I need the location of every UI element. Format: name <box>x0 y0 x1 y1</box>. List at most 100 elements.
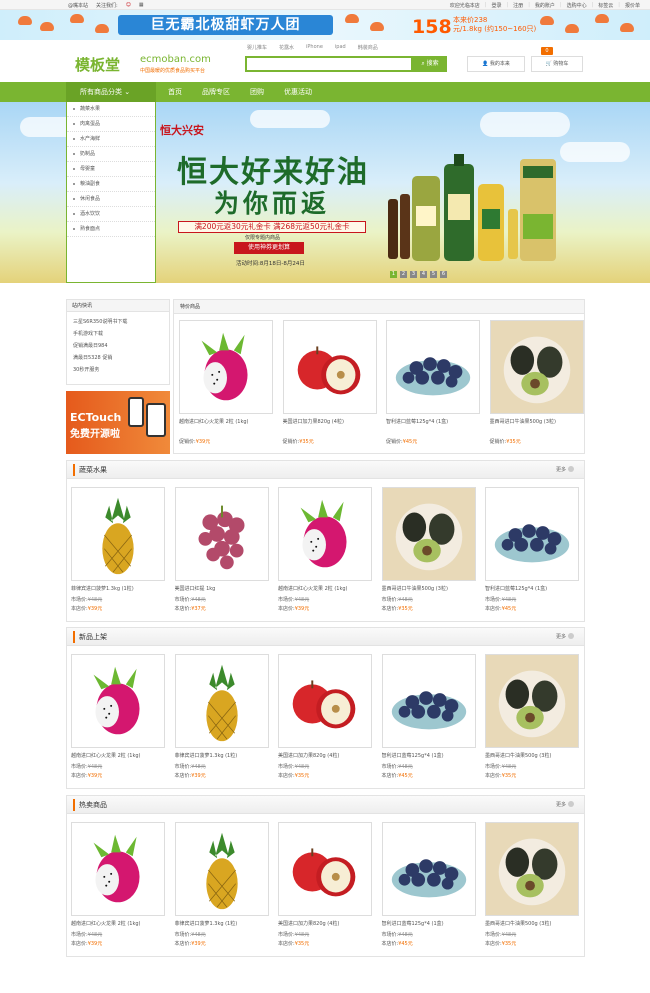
hot-keyword[interactable]: 花露水 <box>279 44 294 51</box>
dragonfruit-image[interactable] <box>71 822 165 916</box>
product-name[interactable]: 菲律宾进口菠萝1.3kg (1粒) <box>175 920 269 928</box>
blueberry-image[interactable] <box>381 654 476 748</box>
pineapple-image[interactable] <box>71 487 165 581</box>
hot-keyword[interactable]: iPhone <box>306 44 323 51</box>
news-item[interactable]: 促销满最日984 <box>67 340 169 352</box>
qr-icon[interactable]: ▦ <box>139 2 144 9</box>
login-link[interactable]: 登录 <box>491 2 501 9</box>
all-categories-button[interactable]: 所有商品分类 ⌄ <box>66 82 156 102</box>
ectouch-ad[interactable]: ECTouch 免费开源啦 <box>66 391 170 454</box>
pineapple-image[interactable] <box>174 654 269 748</box>
product-name[interactable]: 墨西哥进口牛油果500g (3粒) <box>382 585 476 593</box>
product-card[interactable]: 智利进口蓝莓125g*4 (1盒) 市场价:¥48元 本店价:¥45元 <box>485 487 579 612</box>
product-name[interactable]: 智利进口蓝莓125g*4 (1盒) <box>382 752 476 760</box>
carousel-dot[interactable]: 6 <box>440 271 447 278</box>
nav-brands[interactable]: 品牌专区 <box>202 82 230 102</box>
news-item[interactable]: 30秒开服务 <box>67 364 169 376</box>
hot-keyword[interactable]: ipad <box>335 44 346 51</box>
product-card[interactable]: 越南进口红心火龙果 2粒 (1kg) 促销价:¥39元 <box>179 320 273 445</box>
grape-image[interactable] <box>174 487 269 581</box>
blueberry-image[interactable] <box>381 822 476 916</box>
product-name[interactable]: 越南进口红心火龙果 2粒 (1kg) <box>278 585 372 593</box>
product-name[interactable]: 智利进口蓝莓125g*4 (1盒) <box>485 585 579 593</box>
product-name[interactable]: 墨西哥进口牛油果500g (3粒) <box>485 920 579 928</box>
news-item[interactable]: 满最日5328 促销 <box>67 352 169 364</box>
product-card[interactable]: 墨西哥进口牛油果500g (3粒) 促销价:¥35元 <box>489 320 584 445</box>
category-item[interactable]: 粮油副食 <box>67 177 155 192</box>
carousel-dot[interactable]: 5 <box>430 271 437 278</box>
category-item[interactable]: 休闲食品 <box>67 192 155 207</box>
nav-home[interactable]: 首页 <box>168 82 182 102</box>
product-card[interactable]: 美国进口加力果820g (4粒) 市场价:¥48元 本店价:¥35元 <box>278 654 372 779</box>
product-card[interactable]: 越南进口红心火龙果 2粒 (1kg) 市场价:¥48元 本店价:¥39元 <box>71 654 165 779</box>
follow-us-link[interactable]: 关注我们: <box>96 2 118 9</box>
promo-banner[interactable]: 巨无霸北极甜虾万人团 158 本来价238 元/1.8kg (约150~160只) <box>0 10 650 40</box>
nav-groupbuy[interactable]: 团购 <box>250 82 264 102</box>
product-card[interactable]: 智利进口蓝莓125g*4 (1盒) 市场价:¥48元 本店价:¥45元 <box>381 654 476 779</box>
weibo-icon[interactable]: ☺ <box>126 2 131 9</box>
carousel-dot[interactable]: 3 <box>410 271 417 278</box>
blueberry-image[interactable] <box>386 320 480 414</box>
product-name[interactable]: 智利进口蓝莓125g*4 (1盒) <box>382 920 476 928</box>
hot-keyword[interactable]: 韩装商品 <box>358 44 378 51</box>
hero-banner[interactable]: 蔬菜水果 肉禽蛋品 水产海鲜 奶制品 母婴童 粮油副食 休闲食品 酒水饮饮 熟食… <box>0 102 650 283</box>
product-name[interactable]: 菲律宾进口菠萝1.3kg (1粒) <box>175 752 269 760</box>
bookmark-link[interactable]: @嘴本站 <box>68 2 88 9</box>
avocado-image[interactable] <box>485 822 579 916</box>
product-name[interactable]: 美国进口加力果820g (4粒) <box>278 920 372 928</box>
avocado-image[interactable] <box>381 487 476 581</box>
my-account-button[interactable]: 👤 我的本来 <box>467 56 525 72</box>
product-name[interactable]: 越南进口红心火龙果 2粒 (1kg) <box>71 752 165 760</box>
news-item[interactable]: 三星S6R350说明书下载 <box>67 316 169 328</box>
product-card[interactable]: 美国进口红提 1kg 市场价:¥48元 本店价:¥37元 <box>174 487 269 612</box>
product-card[interactable]: 智利进口蓝莓125g*4 (1盒) 促销价:¥45元 <box>386 320 480 445</box>
category-item[interactable]: 母婴童 <box>67 162 155 177</box>
more-link[interactable]: 更多 <box>556 466 574 473</box>
dragonfruit-image[interactable] <box>179 320 273 414</box>
category-item[interactable]: 蔬菜水果 <box>67 102 155 117</box>
register-link[interactable]: 注册 <box>513 2 523 9</box>
product-card[interactable]: 菲律宾进口菠萝1.3kg (1粒) 市场价:¥48元 本店价:¥39元 <box>71 487 165 612</box>
search-button[interactable]: ⌕ 搜索 <box>413 56 447 72</box>
more-link[interactable]: 更多 <box>556 801 574 808</box>
product-card[interactable]: 越南进口红心火龙果 2粒 (1kg) 市场价:¥48元 本店价:¥39元 <box>278 487 372 612</box>
product-card[interactable]: 美国进口加力果820g (4粒) 促销价:¥35元 <box>282 320 377 445</box>
more-link[interactable]: 更多 <box>556 633 574 640</box>
avocado-image[interactable] <box>489 320 584 414</box>
product-name[interactable]: 智利进口蓝莓125g*4 (1盒) <box>386 418 480 426</box>
product-name[interactable]: 菲律宾进口菠萝1.3kg (1粒) <box>71 585 165 593</box>
product-card[interactable]: 菲律宾进口菠萝1.3kg (1粒) 市场价:¥48元 本店价:¥39元 <box>174 654 269 779</box>
category-item[interactable]: 奶制品 <box>67 147 155 162</box>
category-item[interactable]: 肉禽蛋品 <box>67 117 155 132</box>
pineapple-image[interactable] <box>174 822 269 916</box>
dragonfruit-image[interactable] <box>278 487 372 581</box>
product-name[interactable]: 美国进口加力果820g (4粒) <box>283 418 377 426</box>
apple-image[interactable] <box>278 654 372 748</box>
product-name[interactable]: 美国进口红提 1kg <box>175 585 269 593</box>
product-card[interactable]: 美国进口加力果820g (4粒) 市场价:¥48元 本店价:¥35元 <box>278 822 372 947</box>
product-card[interactable]: 墨西哥进口牛油果500g (3粒) 市场价:¥48元 本店价:¥35元 <box>485 822 579 947</box>
dragonfruit-image[interactable] <box>71 654 165 748</box>
product-card[interactable]: 菲律宾进口菠萝1.3kg (1粒) 市场价:¥48元 本店价:¥39元 <box>174 822 269 947</box>
product-name[interactable]: 越南进口红心火龙果 2粒 (1kg) <box>71 920 165 928</box>
apple-image[interactable] <box>278 822 372 916</box>
cart-button[interactable]: 0 🛒 购物车 <box>531 47 583 72</box>
product-name[interactable]: 墨西哥进口牛油果500g (3粒) <box>485 752 579 760</box>
apple-image[interactable] <box>282 320 377 414</box>
banner-cta-button[interactable]: 使用神券更划算 <box>234 242 304 254</box>
buy-center-link[interactable]: 选购中心 <box>567 2 587 9</box>
my-account-link[interactable]: 我的账户 <box>535 2 555 9</box>
carousel-dot[interactable]: 1 <box>390 271 397 278</box>
product-name[interactable]: 美国进口加力果820g (4粒) <box>278 752 372 760</box>
blueberry-image[interactable] <box>485 487 579 581</box>
product-name[interactable]: 墨西哥进口牛油果500g (3粒) <box>490 418 584 426</box>
carousel-dot[interactable]: 2 <box>400 271 407 278</box>
carousel-dot[interactable]: 4 <box>420 271 427 278</box>
search-input[interactable] <box>245 56 413 72</box>
category-item[interactable]: 熟食面点 <box>67 222 155 237</box>
avocado-image[interactable] <box>485 654 579 748</box>
product-card[interactable]: 墨西哥进口牛油果500g (3粒) 市场价:¥48元 本店价:¥35元 <box>381 487 476 612</box>
quote-link[interactable]: 报价单 <box>625 2 640 9</box>
site-logo[interactable]: 模板堂 <box>75 54 120 75</box>
hot-keyword[interactable]: 婴儿推车 <box>247 44 267 51</box>
